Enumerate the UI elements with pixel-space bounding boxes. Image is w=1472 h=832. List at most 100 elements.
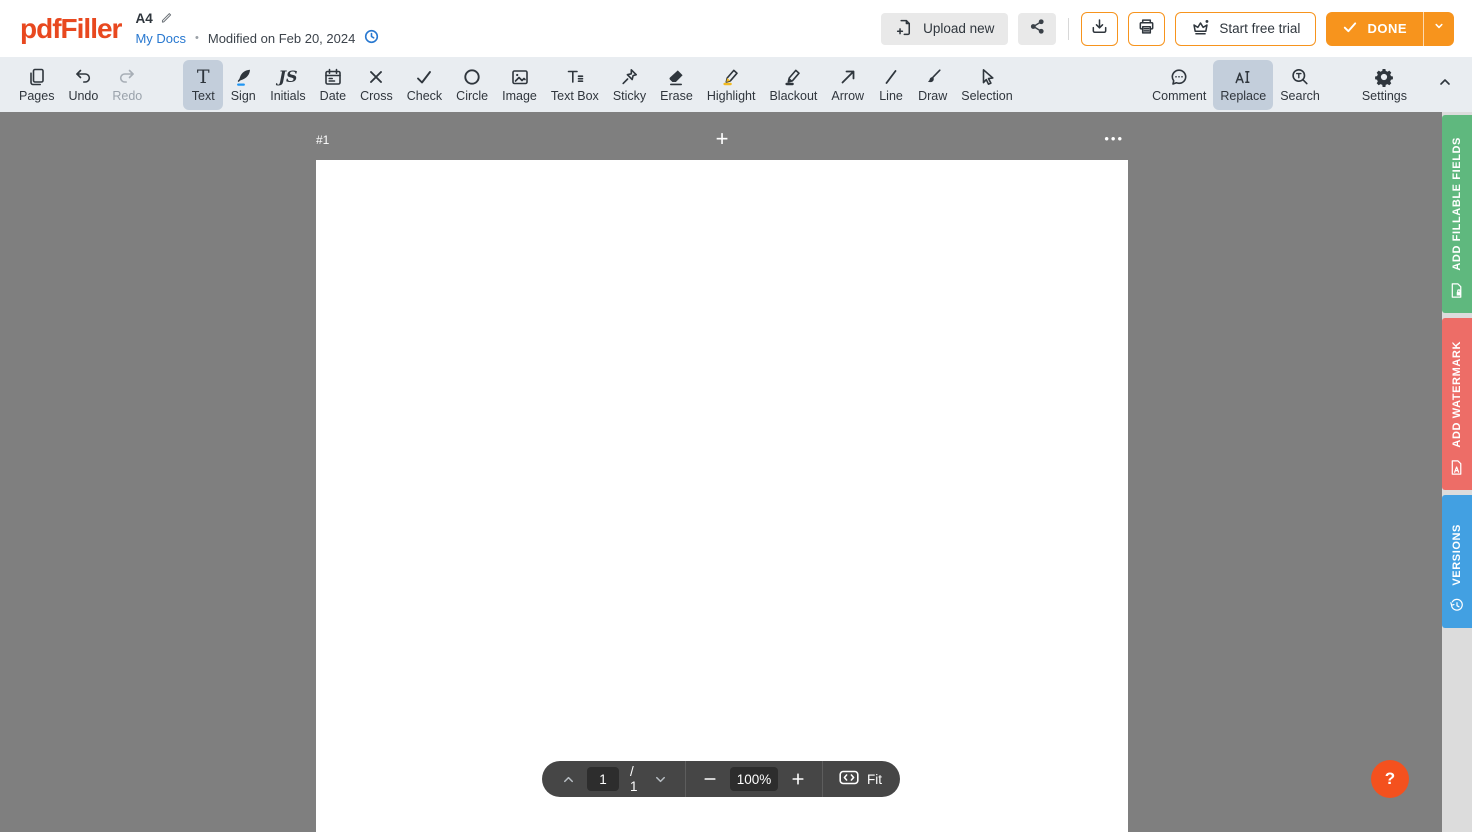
pages-icon xyxy=(27,66,47,87)
fit-button[interactable]: Fit xyxy=(839,770,882,788)
print-icon xyxy=(1137,17,1156,41)
history-clock-icon xyxy=(1449,597,1465,619)
tool-redo: Redo xyxy=(105,60,149,110)
editor-toolbar: Pages Undo Redo T Text Sign JS Initials … xyxy=(0,57,1472,112)
tool-pages[interactable]: Pages xyxy=(12,60,61,110)
right-rail: ADD FILLABLE FIELDS ADD WATERMARK VERSIO… xyxy=(1442,112,1472,832)
zoom-level-input[interactable]: 100% xyxy=(730,767,778,791)
pushpin-icon xyxy=(619,66,639,87)
zoom-in-button[interactable] xyxy=(790,771,806,787)
help-button[interactable]: ? xyxy=(1371,760,1409,798)
my-docs-link[interactable]: My Docs xyxy=(135,31,186,46)
tool-line[interactable]: Line xyxy=(871,60,911,110)
document-title: A4 xyxy=(135,11,152,26)
add-page-button[interactable]: + xyxy=(716,128,729,150)
download-button[interactable] xyxy=(1081,12,1118,46)
clock-icon xyxy=(364,29,379,47)
tool-highlight[interactable]: Highlight xyxy=(700,60,763,110)
upload-doc-icon xyxy=(895,18,914,40)
start-free-trial-button[interactable]: Start free trial xyxy=(1175,12,1316,46)
header-actions: Upload new xyxy=(881,12,1454,46)
comment-bubble-icon xyxy=(1169,66,1189,87)
cross-icon xyxy=(366,66,386,87)
page-menu-button[interactable]: ••• xyxy=(1104,131,1124,146)
share-button[interactable] xyxy=(1018,13,1056,45)
fit-label: Fit xyxy=(867,772,882,787)
tool-comment[interactable]: Comment xyxy=(1145,60,1213,110)
pdf-page[interactable] xyxy=(316,160,1128,832)
blackout-marker-icon xyxy=(783,66,803,87)
header-divider xyxy=(1068,18,1069,40)
tool-draw[interactable]: Draw xyxy=(911,60,954,110)
page-navigation-bar: 1 / 1 100% Fit xyxy=(542,761,900,797)
tab-versions[interactable]: VERSIONS xyxy=(1442,495,1472,628)
modified-date: Modified on Feb 20, 2024 xyxy=(208,31,355,46)
upload-new-label: Upload new xyxy=(923,21,994,36)
tool-blackout[interactable]: Blackout xyxy=(762,60,824,110)
share-icon xyxy=(1028,17,1047,41)
start-free-trial-label: Start free trial xyxy=(1219,21,1300,36)
tool-replace[interactable]: Replace xyxy=(1213,60,1273,110)
tool-circle[interactable]: Circle xyxy=(449,60,495,110)
tool-text-box[interactable]: Text Box xyxy=(544,60,606,110)
pdffiller-logo[interactable]: pdfFiller xyxy=(20,13,121,45)
check-icon xyxy=(414,66,434,87)
cursor-icon xyxy=(977,66,997,87)
tool-arrow[interactable]: Arrow xyxy=(824,60,871,110)
next-page-button[interactable] xyxy=(653,772,668,787)
page-number-label: #1 xyxy=(316,133,329,147)
print-button[interactable] xyxy=(1128,12,1165,46)
tool-selection[interactable]: Selection xyxy=(954,60,1019,110)
pencil-icon[interactable] xyxy=(160,10,173,26)
meta-separator: • xyxy=(195,32,199,44)
page-header-row: #1 + ••• xyxy=(316,130,1128,152)
page-total-label: / 1 xyxy=(630,764,642,794)
redo-icon xyxy=(117,66,137,87)
tab-add-fillable-fields[interactable]: ADD FILLABLE FIELDS xyxy=(1442,115,1472,313)
tool-settings[interactable]: Settings xyxy=(1355,60,1414,110)
tool-erase[interactable]: Erase xyxy=(653,60,700,110)
tool-search[interactable]: Search xyxy=(1273,60,1327,110)
upload-new-button[interactable]: Upload new xyxy=(881,13,1008,45)
done-menu-button[interactable] xyxy=(1424,12,1454,46)
tool-sticky[interactable]: Sticky xyxy=(606,60,653,110)
highlighter-icon xyxy=(721,66,741,87)
line-icon xyxy=(881,66,901,87)
gear-icon xyxy=(1374,66,1394,87)
tool-date[interactable]: Date xyxy=(313,60,353,110)
circle-icon xyxy=(462,66,482,87)
undo-icon xyxy=(73,66,93,87)
tool-text[interactable]: T Text xyxy=(183,60,223,110)
eraser-icon xyxy=(666,66,686,87)
document-canvas: #1 + ••• ADD FILLABLE FIELDS ADD WATERMA… xyxy=(0,112,1472,832)
calendar-icon xyxy=(323,66,343,87)
tool-undo[interactable]: Undo xyxy=(61,60,105,110)
toolbar-right-group: Comment Replace Search Settings xyxy=(1145,60,1460,110)
previous-page-button[interactable] xyxy=(561,772,576,787)
brush-icon xyxy=(923,66,943,87)
done-button[interactable]: DONE xyxy=(1326,12,1454,46)
done-label: DONE xyxy=(1367,21,1407,36)
download-icon xyxy=(1090,17,1109,41)
tab-add-watermark[interactable]: ADD WATERMARK xyxy=(1442,318,1472,490)
toolbar-collapse-button[interactable] xyxy=(1430,70,1460,100)
done-check-icon xyxy=(1342,19,1358,38)
document-title-block: A4 My Docs • Modified on Feb 20, 2024 xyxy=(135,10,379,47)
tool-initials[interactable]: JS Initials xyxy=(263,60,312,110)
crown-icon xyxy=(1191,18,1210,40)
tool-sign[interactable]: Sign xyxy=(223,60,263,110)
tool-image[interactable]: Image xyxy=(495,60,544,110)
sign-quill-icon xyxy=(233,66,253,87)
arrow-icon xyxy=(838,66,858,87)
image-icon xyxy=(510,66,530,87)
text-box-icon xyxy=(565,66,585,87)
app-header: pdfFiller A4 My Docs • Modified on Feb 2… xyxy=(0,0,1472,57)
chevron-down-icon xyxy=(1432,19,1446,38)
chevron-up-icon xyxy=(1437,74,1453,95)
zoom-out-button[interactable] xyxy=(702,771,718,787)
tool-cross[interactable]: Cross xyxy=(353,60,400,110)
text-icon: T xyxy=(197,66,210,87)
page-number-input[interactable]: 1 xyxy=(587,767,619,791)
tool-check[interactable]: Check xyxy=(400,60,449,110)
doc-lock-icon xyxy=(1449,282,1465,304)
